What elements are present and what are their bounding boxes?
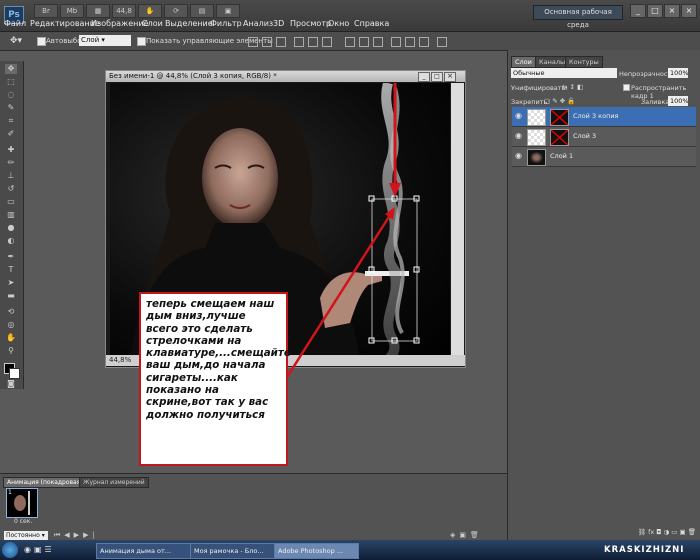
tab-layers[interactable]: Слои [511, 56, 536, 68]
layers-panel: Слои Каналы Контуры Обычные Непрозрачнос… [507, 50, 700, 540]
layer-thumbnail [527, 149, 546, 166]
taskbar-item-label: Анимация дыма от... [100, 547, 171, 555]
frame-number: 1 [8, 489, 12, 496]
tab-measurement-log[interactable]: Журнал измерений [79, 477, 149, 488]
animation-frame[interactable]: 1 [6, 488, 38, 518]
annotation-text: теперь смещаем наш дым вниз,лучше всего … [146, 298, 291, 421]
eye-icon[interactable]: ◉ [515, 112, 523, 120]
adjustment-layer-icon[interactable]: ◑ [664, 528, 670, 536]
tab-paths[interactable]: Контуры [565, 56, 603, 68]
taskbar-item[interactable]: Анимация дыма от... [96, 543, 191, 559]
eye-icon[interactable]: ◉ [515, 152, 523, 160]
layers-panel-footer: ⛓ fx ◘ ◑ ▭ ▣ 🗑 [512, 528, 696, 538]
link-layers-icon[interactable]: ⛓ [638, 528, 646, 536]
taskbar: ◉▣☰ Анимация дыма от... Моя рамочка - Бл… [0, 540, 700, 560]
delete-layer-icon[interactable]: 🗑 [688, 528, 696, 536]
layer-style-icon[interactable]: fx [648, 528, 654, 536]
layer-name: Слой 3 копия [573, 112, 619, 120]
taskbar-item[interactable]: Моя рамочка - Бло... [190, 543, 275, 559]
layer-thumbnail [527, 109, 546, 126]
layer-mask-thumbnail [550, 129, 569, 146]
unify-icons[interactable]: ⇆ ↕ ◧ [562, 83, 583, 91]
fill-input[interactable]: 100% [668, 96, 689, 106]
propagate-frame-checkbox[interactable] [623, 84, 630, 91]
frame-actions[interactable]: ◈▣🗑 [450, 531, 483, 539]
new-group-icon[interactable]: ▭ [671, 528, 677, 536]
frame-delay[interactable]: 0 сек. [14, 518, 32, 525]
opacity-input[interactable]: 100% [668, 68, 689, 78]
layer-row[interactable]: ◉ Слой 3 [512, 127, 696, 147]
layer-name: Слой 3 [573, 132, 597, 140]
fill-label: Заливка: [641, 98, 672, 106]
blend-mode-select[interactable]: Обычные [511, 68, 617, 78]
new-layer-icon[interactable]: ▣ [680, 528, 686, 536]
layer-row[interactable]: ◉ Слой 1 [512, 147, 696, 167]
layer-row[interactable]: ◉ Слой 3 копия [512, 107, 696, 127]
layer-mask-thumbnail [550, 109, 569, 126]
start-button[interactable] [2, 542, 18, 558]
animation-panel: Анимация (покадровая) Журнал измерений 1… [0, 473, 507, 541]
tab-channels[interactable]: Каналы [535, 56, 570, 68]
layer-name: Слой 1 [550, 152, 574, 160]
eye-icon[interactable]: ◉ [515, 132, 523, 140]
taskbar-item[interactable]: Adobe Photoshop ... [274, 543, 359, 559]
loop-value: Постоянно [6, 532, 40, 539]
layer-thumbnail [527, 129, 546, 146]
lock-icons[interactable]: ▢ ✎ ✥ 🔒 [544, 97, 575, 105]
taskbar-item-label: Adobe Photoshop ... [278, 547, 344, 555]
site-watermark: KRASKIZHIZNI [604, 545, 685, 555]
playback-controls[interactable]: ⏮◀▶▶| [54, 531, 99, 540]
blend-mode-value: Обычные [513, 69, 545, 77]
tab-animation[interactable]: Анимация (покадровая) [3, 477, 87, 488]
unify-label: Унифицировать: [511, 84, 568, 92]
annotation-box: теперь смещаем наш дым вниз,лучше всего … [139, 292, 291, 466]
taskbar-item-label: Моя рамочка - Бло... [194, 547, 264, 555]
loop-select[interactable]: Постоянно ▾ [4, 531, 48, 540]
add-mask-icon[interactable]: ◘ [656, 528, 661, 536]
quick-launch-icons[interactable]: ◉▣☰ [24, 545, 55, 554]
